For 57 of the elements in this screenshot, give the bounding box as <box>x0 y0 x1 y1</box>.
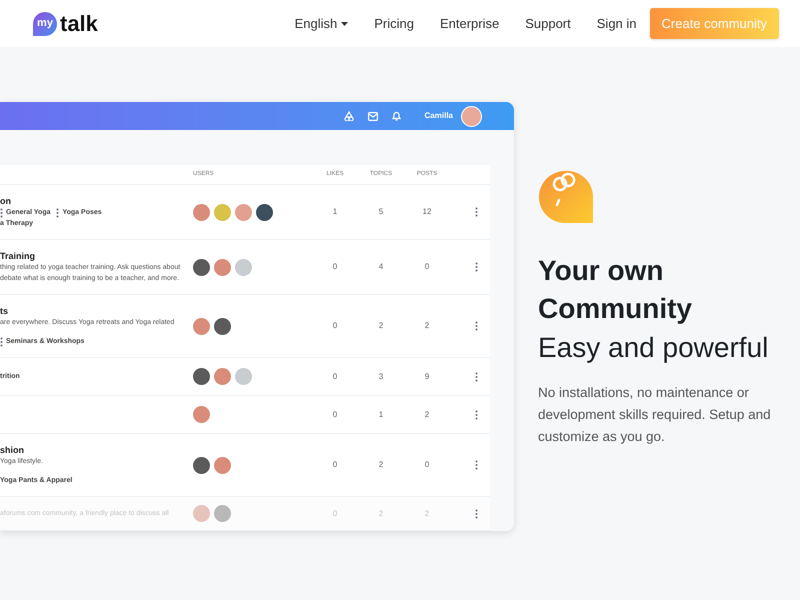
tag-dots-icon <box>0 337 3 347</box>
topics-count: 3 <box>378 370 384 382</box>
more-icon <box>475 372 478 382</box>
bell-icon[interactable] <box>392 111 401 121</box>
language-dropdown[interactable]: English <box>294 14 348 34</box>
more-menu-button[interactable] <box>473 206 480 218</box>
posts-count: 0 <box>424 459 430 471</box>
logo-badge[interactable]: my <box>33 12 57 36</box>
likes-count: 0 <box>332 508 338 520</box>
posts-count: 2 <box>424 508 430 520</box>
more-icon <box>475 460 478 470</box>
more-menu-button[interactable] <box>473 370 480 382</box>
topics-count: 2 <box>378 508 384 520</box>
likes-count: 0 <box>332 320 338 332</box>
likes-count: 1 <box>332 206 338 218</box>
topic-title[interactable]: shion <box>0 444 193 456</box>
hero-description: No installations, no maintenance or development skills required. Setup and customize as you go. <box>538 384 772 446</box>
nav-link[interactable]: Support <box>525 14 571 34</box>
topics-count: 1 <box>378 408 384 420</box>
caret-icon <box>341 22 348 26</box>
topic-title[interactable]: Training <box>0 250 193 262</box>
more-icon <box>475 207 478 217</box>
logo-text[interactable]: talk <box>60 12 98 34</box>
nav-link[interactable]: Sign in <box>596 14 637 34</box>
more-icon <box>475 410 478 420</box>
posts-count: 2 <box>424 408 430 420</box>
posts-count: 0 <box>424 261 430 273</box>
topics-count: 2 <box>378 459 384 471</box>
posts-count: 9 <box>424 370 430 382</box>
nav-link[interactable]: Pricing <box>374 14 414 34</box>
hero-subtitle: Easy and powerful <box>538 331 770 365</box>
more-icon <box>475 508 478 518</box>
more-menu-button[interactable] <box>473 320 480 332</box>
topics-count: 5 <box>378 206 384 218</box>
posts-count: 2 <box>424 320 430 332</box>
likes-count: 0 <box>332 261 338 273</box>
tag-dots-icon <box>0 208 3 218</box>
nav-link[interactable]: Enterprise <box>440 14 500 34</box>
topics-count: 2 <box>378 320 384 332</box>
topics-count: 4 <box>378 261 384 273</box>
mail-icon[interactable] <box>368 112 378 120</box>
topic-title[interactable]: ts <box>0 305 193 317</box>
more-icon <box>475 262 478 272</box>
chat-bubbles-icon <box>538 170 594 226</box>
likes-count: 0 <box>332 370 338 382</box>
topic-title[interactable]: on <box>0 195 193 207</box>
more-menu-button[interactable] <box>473 408 480 420</box>
user-avatar[interactable] <box>461 106 482 126</box>
more-menu-button[interactable] <box>473 261 480 273</box>
posts-count: 12 <box>422 206 432 218</box>
hero-title: Your own Community <box>538 254 693 326</box>
more-icon <box>475 321 478 331</box>
likes-count: 0 <box>332 459 338 471</box>
tag-dots-icon <box>56 208 60 218</box>
more-menu-button[interactable] <box>473 508 480 520</box>
likes-count: 0 <box>332 408 338 420</box>
more-menu-button[interactable] <box>473 459 480 471</box>
